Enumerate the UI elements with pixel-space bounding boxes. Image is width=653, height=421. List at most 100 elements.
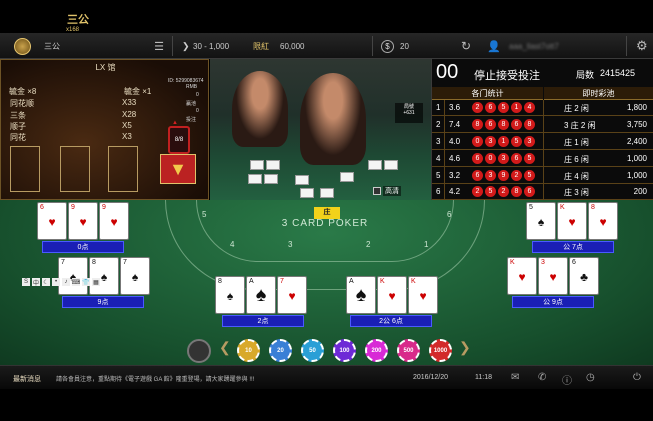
sidebar-icons: S 中 ☾ • ♪ ⌨ 👕 ▦	[22, 278, 100, 287]
info-icon[interactable]: ⓘ	[562, 372, 572, 387]
chip-10[interactable]: 10	[237, 339, 260, 362]
logo[interactable]	[14, 33, 34, 59]
seat-number[interactable]: 4	[230, 240, 234, 249]
app: 三公 ☰ ❯ 30 - 1,000 限紅 60,000 $ 20 ↻ 👤 aaa…	[0, 0, 653, 421]
hand-score: 2点	[222, 315, 304, 327]
card-rank: 9	[102, 204, 106, 211]
card-suit: ♠	[131, 270, 139, 284]
stats-header: 各门统计	[432, 87, 543, 100]
card-rank: K	[560, 204, 565, 211]
jackpot-value: 1,000	[626, 171, 647, 180]
chip-100[interactable]: 100	[333, 339, 356, 362]
playing-card: K ♥	[507, 257, 537, 295]
chevron-down-icon[interactable]: ❯	[182, 33, 190, 59]
result-ball: 6	[511, 153, 522, 164]
seat-number: 1	[436, 103, 441, 112]
dot-icon[interactable]: •	[52, 278, 60, 286]
playing-card: K ♥	[377, 276, 407, 314]
chevron-right-icon[interactable]: ❯	[459, 339, 471, 356]
grid-icon[interactable]: ▦	[92, 278, 100, 286]
jackpot-value: 1,000	[626, 154, 647, 163]
stat-row: 2 7.4 8 6 8 6 8 3 庄 2 闲 3,750	[432, 117, 653, 133]
playing-card: 6 ♥	[37, 202, 67, 240]
playing-card: 8 ♥	[588, 202, 618, 240]
seat-number[interactable]: 1	[424, 240, 428, 249]
history-icon[interactable]: ◷	[586, 372, 595, 383]
hand-score: 9点	[62, 296, 144, 308]
card-rank: 8	[591, 204, 595, 211]
jackpot-label: 庄 3 闲	[564, 188, 589, 197]
playing-card: 8 ♠	[89, 257, 119, 295]
playing-card: 9 ♥	[68, 202, 98, 240]
payout-value: X28	[122, 110, 137, 119]
playing-card: 8 ♠	[215, 276, 245, 314]
rounds-label: 局数	[576, 70, 595, 80]
stat-rate: 4.6	[449, 154, 461, 163]
seat-number[interactable]: 2	[366, 240, 370, 249]
playing-card: A ♠	[246, 276, 276, 314]
playing-card: 9 ♥	[99, 202, 129, 240]
playing-card: K ♥	[408, 276, 438, 314]
result-ball: 8	[524, 119, 535, 130]
chip-stack-icon[interactable]	[187, 339, 211, 363]
chip-200[interactable]: 200	[365, 339, 388, 362]
payout-label: 同花	[10, 133, 26, 142]
seat-number[interactable]: 3	[288, 240, 292, 249]
result-ball: 1	[511, 102, 522, 113]
seat-number: 5	[436, 171, 441, 180]
table-card	[300, 188, 314, 198]
lang-icon[interactable]: 中	[32, 278, 40, 287]
hamburger-icon[interactable]: ☰	[152, 33, 166, 59]
result-ball: 6	[472, 153, 483, 164]
card-rank: K	[510, 259, 515, 266]
moon-icon[interactable]: ☾	[42, 278, 50, 286]
payout-label: 三条	[10, 111, 26, 120]
logo-icon	[14, 37, 31, 55]
mail-icon[interactable]: ✉	[511, 372, 519, 383]
result-ball: 3	[485, 170, 496, 181]
jackpot-value: 2,400	[626, 137, 647, 146]
s-icon[interactable]: S	[22, 278, 30, 286]
seat-number[interactable]: 5	[202, 210, 206, 219]
playing-card: K ♥	[557, 202, 587, 240]
result-ball: 6	[511, 119, 522, 130]
stat-rate: 3.6	[449, 103, 461, 112]
balance: 20	[400, 41, 409, 51]
username: aaa_llast7ott7	[509, 41, 559, 51]
keyboard-icon[interactable]: ⌨	[72, 278, 80, 286]
phone-icon[interactable]: ✆	[538, 372, 546, 383]
chip-1000[interactable]: 1000	[429, 339, 452, 362]
refresh-icon[interactable]: ↻	[461, 33, 471, 59]
card-suit: ♣	[580, 270, 588, 284]
chip-500[interactable]: 500	[397, 339, 420, 362]
chevron-left-icon[interactable]: ❮	[219, 339, 231, 356]
result-ball: 0	[485, 153, 496, 164]
table-card	[368, 160, 382, 170]
chip-20[interactable]: 20	[269, 339, 292, 362]
shirt-icon[interactable]: 👕	[82, 278, 90, 286]
table-card	[295, 175, 309, 185]
live-video	[210, 59, 431, 200]
seat-number: 4	[436, 154, 441, 163]
game-logo-sub: x168	[66, 27, 80, 33]
jackpot-label: 庄 2 闲	[564, 104, 589, 113]
result-ball: 3	[498, 153, 509, 164]
hd-toggle[interactable]: 高清	[383, 186, 401, 196]
jackpot-label: 庄 4 闲	[564, 172, 589, 181]
chip-50[interactable]: 50	[301, 339, 324, 362]
bottom-bar: 最新消息 請各會員注意，重點期待《電子遊戲 GA 館》隆重登場，請大家踴躍參與 …	[0, 365, 653, 389]
seat-number[interactable]: 6	[447, 210, 451, 219]
user-icon[interactable]: 👤	[487, 33, 501, 59]
bet-range[interactable]: 30 - 1,000	[193, 33, 229, 59]
gear-icon[interactable]: ⚙	[636, 33, 648, 59]
result-ball: 8	[498, 119, 509, 130]
sound-icon[interactable]: ♪	[62, 278, 70, 286]
power-icon[interactable]: ⏻	[633, 372, 641, 383]
result-ball: 0	[472, 136, 483, 147]
card-rank: 7	[61, 259, 65, 266]
stat-rate: 3.2	[449, 171, 461, 180]
hand-score: 0点	[42, 241, 124, 253]
deal-arrow-icon[interactable]: ▼	[160, 154, 196, 184]
table-card	[320, 188, 334, 198]
card-suit: ♥	[419, 289, 427, 303]
